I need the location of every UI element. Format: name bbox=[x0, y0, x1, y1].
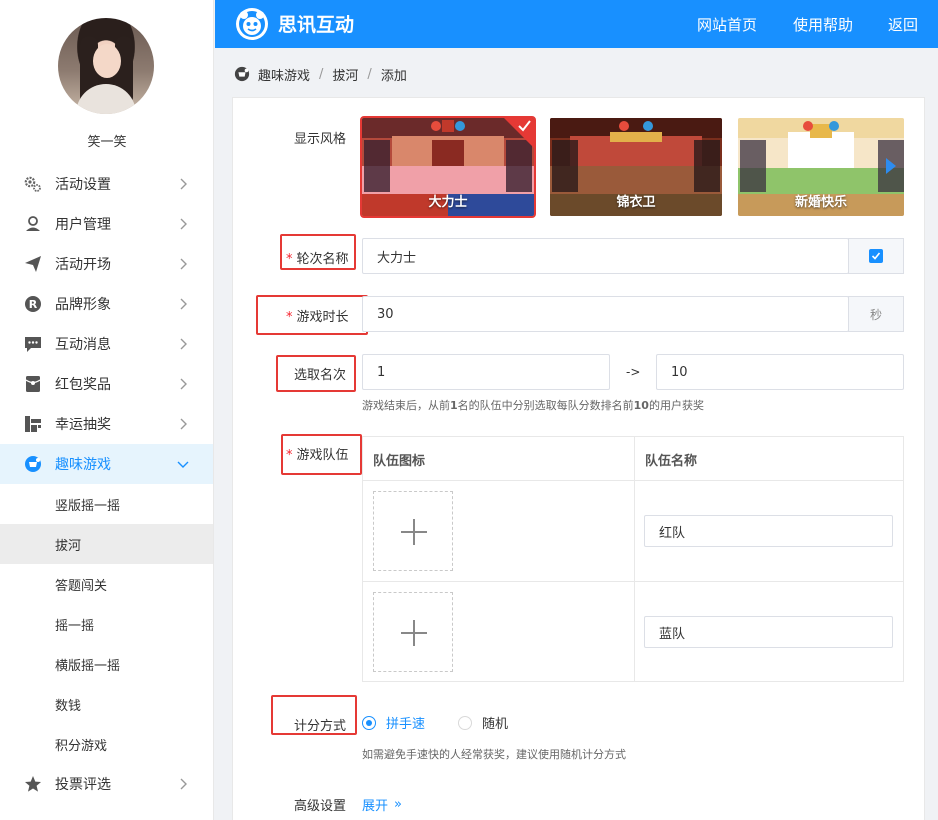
team-icon-upload[interactable] bbox=[373, 592, 453, 672]
nav-link-home[interactable]: 网站首页 bbox=[697, 14, 757, 35]
sidebar-item-label: 幸运抽奖 bbox=[55, 417, 111, 433]
user-icon bbox=[24, 215, 42, 233]
radio-random[interactable]: 随机 bbox=[458, 713, 508, 732]
chevron-right-icon bbox=[180, 298, 187, 310]
sidebar-item-interactive-messages[interactable]: 互动消息 bbox=[0, 324, 213, 364]
submenu-item-tug-of-war[interactable]: 拔河 bbox=[0, 524, 213, 564]
avatar[interactable] bbox=[58, 18, 154, 114]
radio-fast-tap[interactable]: 拼手速 bbox=[362, 713, 425, 732]
team-icon-upload[interactable] bbox=[373, 491, 453, 571]
duration-label: * 游戏时长 bbox=[286, 310, 349, 325]
sidebar-item-lucky-draw[interactable]: 幸运抽奖 bbox=[0, 404, 213, 444]
chat-bubble-icon bbox=[24, 335, 42, 353]
chevron-right-icon bbox=[180, 378, 187, 390]
chevron-right-icon bbox=[180, 778, 187, 790]
sidebar-item-label: 活动开场 bbox=[55, 257, 111, 273]
team-name-input[interactable]: 红队 bbox=[644, 515, 893, 547]
breadcrumb-item-add: 添加 bbox=[380, 68, 407, 84]
chevron-right-icon bbox=[180, 258, 187, 270]
style-caption: 新婚快乐 bbox=[794, 195, 847, 210]
rank-label: 选取名次 bbox=[294, 368, 347, 383]
advanced-label: 高级设置 bbox=[294, 799, 347, 814]
sidebar-item-red-envelope-prizes[interactable]: 红包奖品 bbox=[0, 364, 213, 404]
breadcrumb-separator: / bbox=[367, 66, 372, 82]
chevron-right-icon bbox=[180, 218, 187, 230]
double-chevron-right-icon: » bbox=[394, 797, 402, 812]
breadcrumb-separator: / bbox=[319, 66, 324, 82]
breadcrumb-item-fun-games[interactable]: 趣味游戏 bbox=[258, 65, 310, 84]
gamepad-icon bbox=[234, 66, 250, 82]
registered-icon: R bbox=[24, 295, 42, 313]
table-header: 队伍图标 队伍名称 bbox=[363, 437, 903, 481]
column-header-name: 队伍名称 bbox=[645, 454, 698, 469]
sidebar-item-label: 趣味游戏 bbox=[55, 457, 111, 473]
expand-advanced-link[interactable]: 展开 » bbox=[362, 795, 402, 814]
sidebar-item-activity-opening[interactable]: 活动开场 bbox=[0, 244, 213, 284]
nav-link-back[interactable]: 返回 bbox=[888, 14, 918, 35]
username: 笑一笑 bbox=[87, 135, 127, 150]
sidebar-item-label: 互动消息 bbox=[55, 337, 111, 353]
logo-icon bbox=[236, 8, 268, 40]
sidebar-item-label: 活动设置 bbox=[55, 177, 111, 193]
check-icon bbox=[518, 120, 531, 132]
top-header: 思讯互动 网站首页 使用帮助 返回 bbox=[215, 0, 938, 48]
submenu-item-quiz[interactable]: 答题闯关 bbox=[0, 564, 213, 604]
round-name-label: * 轮次名称 bbox=[286, 252, 349, 267]
sidebar-item-label: 红包奖品 bbox=[55, 377, 111, 393]
style-option-strongman[interactable]: 大力士 bbox=[360, 116, 536, 218]
sidebar-item-fun-games[interactable]: 趣味游戏 bbox=[0, 444, 213, 484]
submenu-item-horizontal-shake[interactable]: 横版摇一摇 bbox=[0, 644, 213, 684]
sidebar-item-voting[interactable]: 投票评选 bbox=[0, 764, 213, 804]
submenu-item-count-money[interactable]: 数钱 bbox=[0, 684, 213, 724]
gears-icon bbox=[24, 175, 42, 193]
sidebar-menu: 活动设置 用户管理 活动开场 R 品牌形象 互动消息 红包奖品 幸运抽奖 趣味游… bbox=[0, 164, 213, 804]
submenu-item-vertical-shake[interactable]: 竖版摇一摇 bbox=[0, 484, 213, 524]
duration-unit: 秒 bbox=[848, 296, 904, 332]
sidebar-item-activity-settings[interactable]: 活动设置 bbox=[0, 164, 213, 204]
column-header-icon: 队伍图标 bbox=[373, 454, 426, 469]
style-option-royal-guard[interactable]: 锦衣卫 bbox=[550, 118, 722, 216]
star-icon bbox=[24, 775, 42, 793]
style-caption: 锦衣卫 bbox=[616, 195, 656, 210]
chevron-right-icon bbox=[180, 418, 187, 430]
chevron-right-icon bbox=[180, 178, 187, 190]
rank-arrow: -> bbox=[626, 365, 641, 379]
score-hint: 如需避免手速快的人经常获奖，建议使用随机计分方式 bbox=[362, 748, 626, 761]
teams-label: * 游戏队伍 bbox=[286, 448, 349, 463]
style-option-wedding[interactable]: 新婚快乐 bbox=[738, 118, 904, 216]
sidebar-item-label: 投票评选 bbox=[55, 777, 111, 793]
score-label: 计分方式 bbox=[294, 719, 347, 734]
sidebar-item-user-management[interactable]: 用户管理 bbox=[0, 204, 213, 244]
rank-hint: 游戏结束后，从前1名的队伍中分别选取每队分数排名前10的用户获奖 bbox=[362, 399, 704, 412]
breadcrumb-item-tug-of-war[interactable]: 拔河 bbox=[332, 65, 358, 84]
submenu-item-points-game[interactable]: 积分游戏 bbox=[0, 724, 213, 764]
submenu-item-shake[interactable]: 摇一摇 bbox=[0, 604, 213, 644]
teams-table: 队伍图标 队伍名称 红队 蓝队 bbox=[362, 436, 904, 682]
svg-text:R: R bbox=[29, 298, 38, 311]
rank-to-input[interactable]: 10 bbox=[656, 354, 904, 390]
sidebar-item-label: 用户管理 bbox=[55, 217, 111, 233]
chevron-down-icon bbox=[177, 461, 189, 468]
check-icon bbox=[871, 252, 881, 260]
red-envelope-icon bbox=[24, 375, 42, 393]
checkbox-checked[interactable] bbox=[869, 249, 883, 263]
rank-from-input[interactable]: 1 bbox=[362, 354, 610, 390]
paper-plane-icon bbox=[24, 255, 42, 273]
gamepad-icon bbox=[24, 455, 42, 473]
style-caption: 大力士 bbox=[428, 195, 468, 210]
sidebar-item-brand-image[interactable]: R 品牌形象 bbox=[0, 284, 213, 324]
lottery-icon bbox=[24, 415, 42, 433]
brand-name: 思讯互动 bbox=[278, 14, 355, 36]
sidebar-item-label: 品牌形象 bbox=[55, 297, 111, 313]
round-name-addon[interactable] bbox=[848, 238, 904, 274]
chevron-right-icon bbox=[180, 338, 187, 350]
style-label: 显示风格 bbox=[294, 132, 347, 147]
nav-link-help[interactable]: 使用帮助 bbox=[793, 14, 853, 35]
team-name-input[interactable]: 蓝队 bbox=[644, 616, 893, 648]
breadcrumb: 趣味游戏 / 拔河 / 添加 bbox=[234, 64, 407, 84]
duration-input[interactable]: 30 bbox=[362, 296, 849, 332]
round-name-input[interactable]: 大力士 bbox=[362, 238, 849, 274]
sidebar: 笑一笑 活动设置 用户管理 活动开场 R 品牌形象 互动消息 红包奖品 幸运抽奖… bbox=[0, 0, 214, 820]
